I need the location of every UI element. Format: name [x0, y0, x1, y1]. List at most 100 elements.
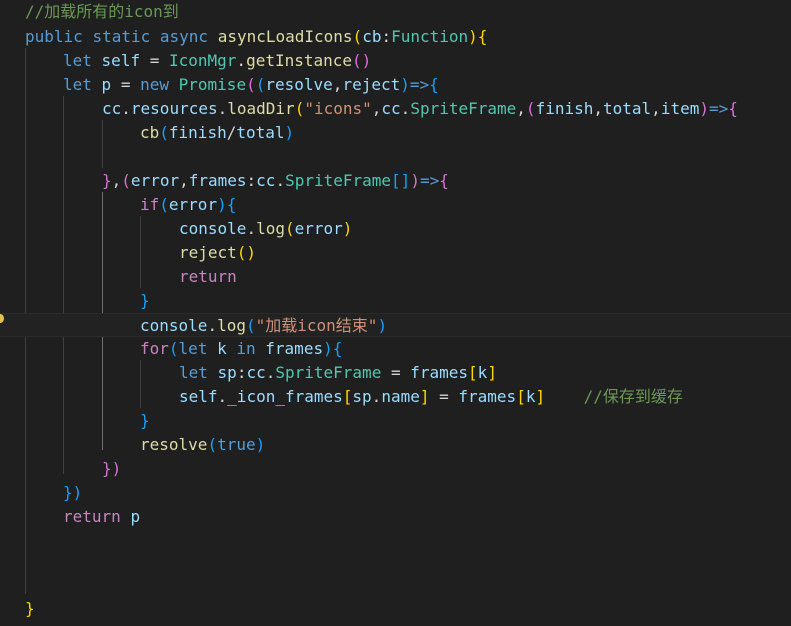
- code-line[interactable]: let self = IconMgr.getInstance(): [0, 49, 791, 73]
- code-token: /: [226, 123, 237, 142]
- code-token: IconMgr: [168, 51, 237, 70]
- code-line[interactable]: [0, 145, 791, 169]
- code-line[interactable]: for(let k in frames){: [0, 337, 791, 361]
- code-text: public static async asyncLoadIcons(cb:Fu…: [25, 25, 487, 49]
- code-line[interactable]: if(error){: [0, 193, 791, 217]
- code-line[interactable]: return p: [0, 505, 791, 529]
- code-line[interactable]: }: [0, 409, 791, 433]
- code-token: (: [121, 171, 131, 190]
- code-line[interactable]: let sp:cc.SpriteFrame = frames[k]: [0, 361, 791, 385]
- code-line[interactable]: return: [0, 265, 791, 289]
- code-token: SpriteFrame: [410, 99, 517, 118]
- code-token: frames: [410, 363, 469, 382]
- code-line[interactable]: [0, 553, 791, 577]
- code-line[interactable]: }): [0, 457, 791, 481]
- code-token: (: [159, 123, 169, 142]
- code-token: asyncLoadIcons: [217, 27, 353, 46]
- code-text: reject(): [179, 241, 256, 265]
- code-token: =>: [708, 99, 729, 118]
- code-token: ): [323, 339, 333, 358]
- code-token: }: [140, 411, 150, 430]
- code-line[interactable]: }: [0, 597, 791, 621]
- code-line[interactable]: console.log(error): [0, 217, 791, 241]
- code-token: static: [92, 27, 151, 46]
- code-token: ,: [593, 99, 603, 118]
- code-token: if: [140, 195, 160, 214]
- code-line[interactable]: resolve(true): [0, 433, 791, 457]
- code-token: =>: [419, 171, 440, 190]
- code-line[interactable]: cc.resources.loadDir("icons",cc.SpriteFr…: [0, 97, 791, 121]
- code-token: //加载所有的icon到: [25, 2, 179, 21]
- code-token: finish: [535, 99, 594, 118]
- code-token: .: [265, 363, 276, 382]
- code-line[interactable]: [0, 529, 791, 553]
- code-token: return: [63, 507, 121, 526]
- code-line[interactable]: //加载所有的icon到: [0, 0, 791, 24]
- code-token: k: [217, 339, 227, 358]
- code-token: console: [140, 316, 208, 335]
- code-line[interactable]: }): [0, 481, 791, 505]
- code-token: }: [102, 171, 112, 190]
- code-token: p: [130, 507, 141, 526]
- code-token: cc: [256, 171, 276, 190]
- code-token: }): [102, 459, 122, 478]
- code-token: []: [391, 171, 411, 190]
- code-token: }: [140, 291, 150, 310]
- code-text: for(let k in frames){: [140, 337, 342, 361]
- code-token: .: [121, 99, 131, 118]
- code-token: error: [130, 171, 180, 190]
- code-token: true: [217, 435, 256, 454]
- code-token: p: [101, 75, 112, 94]
- code-token: public: [25, 27, 83, 46]
- code-line[interactable]: }: [0, 289, 791, 313]
- code-token: cc: [246, 363, 266, 382]
- code-token: ,: [179, 171, 189, 190]
- code-token: cc: [102, 99, 122, 118]
- code-token: self: [101, 51, 141, 70]
- code-token: =: [140, 51, 169, 70]
- code-token: in: [236, 339, 256, 358]
- code-token: console: [179, 219, 247, 238]
- code-token: :: [246, 171, 257, 190]
- code-text: }): [102, 457, 121, 481]
- code-token: (: [168, 339, 179, 358]
- code-line[interactable]: console.log("加载icon结束"): [0, 313, 791, 337]
- code-token: (: [284, 219, 295, 238]
- code-line[interactable]: cb(finish/total): [0, 121, 791, 145]
- code-line[interactable]: let p = new Promise((resolve,reject)=>{: [0, 73, 791, 97]
- code-token: Function: [391, 27, 469, 46]
- code-line[interactable]: public static async asyncLoadIcons(cb:Fu…: [0, 25, 791, 49]
- code-token: new: [140, 75, 169, 94]
- code-text: let self = IconMgr.getInstance(): [63, 49, 371, 73]
- code-token: ): [410, 171, 420, 190]
- code-token: //保存到缓存: [583, 387, 683, 406]
- code-token: cb: [140, 123, 160, 142]
- code-token: ]: [535, 387, 546, 406]
- code-line[interactable]: self._icon_frames[sp.name] = frames[k] /…: [0, 385, 791, 409]
- code-text: let p = new Promise((resolve,reject)=>{: [63, 73, 439, 97]
- code-token: .: [217, 99, 228, 118]
- code-token: (: [207, 435, 218, 454]
- code-token: error: [168, 195, 218, 214]
- code-token: finish: [168, 123, 227, 142]
- code-editor[interactable]: //加载所有的icon到 public static async asyncLoa…: [0, 0, 791, 626]
- code-text: cc.resources.loadDir("icons",cc.SpriteFr…: [102, 97, 738, 121]
- code-line[interactable]: reject(): [0, 241, 791, 265]
- code-text: console.log("加载icon结束"): [140, 314, 387, 338]
- code-token: [: [468, 363, 478, 382]
- code-token: [: [342, 387, 353, 406]
- code-token: reject: [179, 243, 237, 262]
- code-token: frames: [265, 339, 324, 358]
- code-token: {: [332, 339, 343, 358]
- code-text: return: [179, 265, 237, 289]
- code-line[interactable]: },(error,frames:cc.SpriteFrame[])=>{: [0, 169, 791, 193]
- code-token: frames: [188, 171, 247, 190]
- code-token: ): [342, 219, 353, 238]
- code-token: .: [371, 387, 382, 406]
- code-token: SpriteFrame: [285, 171, 392, 190]
- code-token: self: [179, 387, 218, 406]
